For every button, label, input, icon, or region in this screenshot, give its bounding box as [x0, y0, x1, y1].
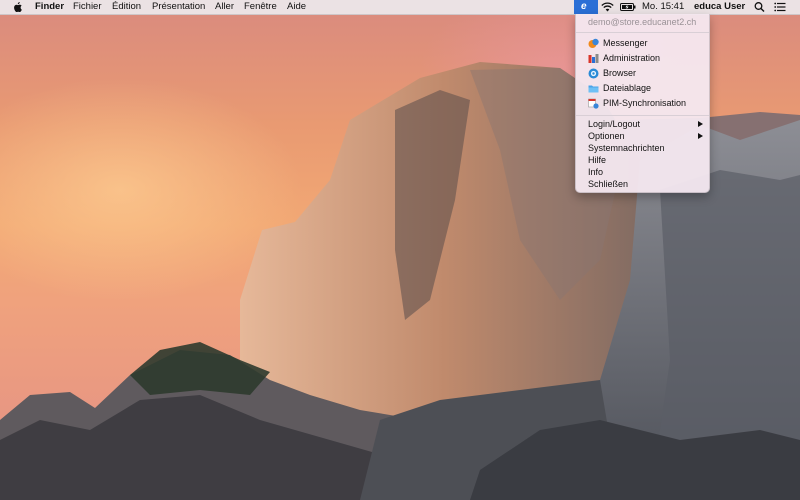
menu-item-label: Info — [588, 167, 604, 177]
battery-icon[interactable] — [620, 1, 636, 13]
menu-separator — [576, 115, 709, 116]
menu-item-label: Schließen — [588, 179, 629, 189]
educa-status-button[interactable]: e — [574, 0, 598, 14]
menu-item-label: Dateiablage — [603, 83, 652, 93]
menu-item-optionen[interactable]: Optionen — [576, 130, 709, 142]
menu-aide[interactable]: Aide — [287, 1, 306, 13]
menu-item-label: Administration — [603, 53, 661, 63]
wifi-icon[interactable] — [601, 1, 614, 13]
folder-icon — [588, 85, 599, 93]
menu-fichier[interactable]: Fichier — [73, 1, 102, 13]
apple-logo-icon — [14, 2, 22, 12]
menu-item-login-logout[interactable]: Login/Logout — [576, 118, 709, 130]
menu-presentation[interactable]: Présentation — [152, 1, 205, 13]
menu-item-label: Browser — [603, 68, 637, 78]
menu-item-messenger[interactable]: Messenger — [576, 36, 709, 50]
spotlight-search-icon[interactable] — [754, 1, 765, 13]
pim-sync-icon — [588, 98, 599, 109]
menu-item-label: Login/Logout — [588, 119, 641, 129]
menu-item-pim-sync[interactable]: PIM-Synchronisation — [576, 96, 709, 110]
menu-edition[interactable]: Édition — [112, 1, 141, 13]
menu-finder[interactable]: Finder — [35, 1, 64, 13]
menu-item-label: Hilfe — [588, 155, 607, 165]
menu-item-schliessen[interactable]: Schließen — [576, 178, 709, 190]
menu-item-label: Messenger — [603, 38, 648, 48]
menu-fenetre[interactable]: Fenêtre — [244, 1, 277, 13]
menu-item-administration[interactable]: Administration — [576, 51, 709, 65]
menu-item-label: Systemnachrichten — [588, 143, 665, 153]
account-email: demo@store.educanet2.ch — [588, 17, 697, 27]
menu-aller[interactable]: Aller — [215, 1, 234, 13]
menu-item-info[interactable]: Info — [576, 166, 709, 178]
menu-item-label: PIM-Synchronisation — [603, 98, 687, 108]
menu-bar: Finder Fichier Édition Présentation Alle… — [0, 0, 800, 15]
menu-item-hilfe[interactable]: Hilfe — [576, 154, 709, 166]
clock[interactable]: Mo. 15:41 — [642, 1, 684, 13]
submenu-arrow-icon — [698, 121, 703, 127]
menu-item-systemnachrichten[interactable]: Systemnachrichten — [576, 142, 709, 154]
educa-dropdown-menu: demo@store.educanet2.ch Messenger Admini… — [575, 14, 710, 193]
submenu-arrow-icon — [698, 133, 703, 139]
messenger-icon — [588, 38, 599, 48]
menu-separator — [576, 32, 709, 33]
apple-menu[interactable] — [13, 1, 23, 13]
user-name[interactable]: educa User — [694, 1, 745, 13]
browser-icon — [588, 68, 599, 79]
menu-item-dateiablage[interactable]: Dateiablage — [576, 81, 709, 95]
notification-center-icon[interactable] — [774, 1, 786, 13]
educa-e-icon: e — [581, 1, 587, 12]
menu-item-browser[interactable]: Browser — [576, 66, 709, 80]
menu-item-label: Optionen — [588, 131, 625, 141]
administration-icon — [588, 54, 599, 63]
